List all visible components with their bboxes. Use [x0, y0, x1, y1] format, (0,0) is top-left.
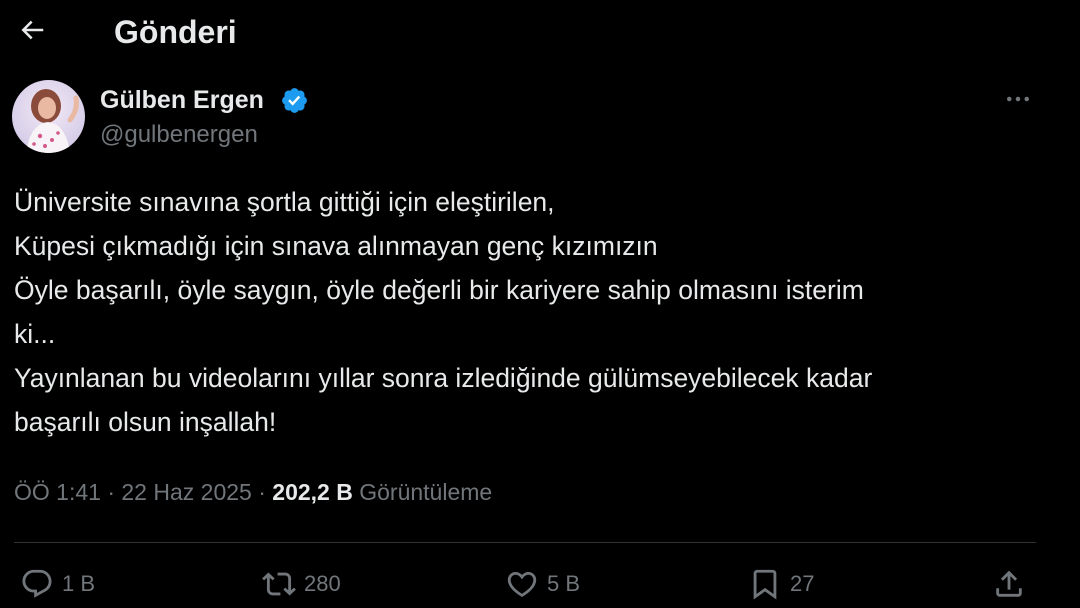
tweet-date[interactable]: 22 Haz 2025 — [121, 479, 251, 505]
reply-icon — [22, 569, 52, 598]
repost-icon — [262, 572, 296, 596]
views-count: 202,2 B — [272, 479, 353, 505]
more-options-button[interactable] — [998, 84, 1038, 114]
meta-separator: · — [107, 479, 115, 505]
avatar[interactable] — [12, 80, 85, 153]
tweet-time[interactable]: ÖÖ 1:41 — [14, 479, 101, 505]
like-button[interactable]: 5 B — [505, 560, 580, 608]
tweet-meta: ÖÖ 1:41 · 22 Haz 2025 · 202,2 B Görüntül… — [14, 474, 492, 510]
tweet-author: Gülben Ergen @gulbenergen — [12, 80, 1072, 156]
like-count: 5 B — [547, 571, 581, 596]
share-icon — [996, 570, 1022, 597]
tweet-actions: 1 B 280 5 B 27 — [0, 560, 1080, 608]
verified-badge-icon — [282, 88, 307, 113]
reply-count: 1 B — [62, 571, 96, 596]
bookmark-count: 27 — [790, 571, 815, 596]
reply-button[interactable]: 1 B — [20, 560, 95, 608]
header-bar: Gönderi — [0, 0, 1080, 64]
meta-separator: · — [258, 479, 266, 505]
bookmark-button[interactable]: 27 — [748, 560, 814, 608]
views-label: Görüntüleme — [359, 479, 493, 505]
author-handle[interactable]: @gulbenergen — [100, 120, 258, 150]
tweet-text-line: Öyle başarılı, öyle saygın, öyle değerli… — [14, 275, 864, 305]
tweet-text: Üniversite sınavına şortla gittiği için … — [14, 180, 1054, 444]
more-horizontal-icon — [1007, 96, 1029, 102]
repost-count: 280 — [304, 571, 341, 596]
page-title: Gönderi — [114, 14, 237, 50]
arrow-left-icon — [21, 20, 44, 40]
repost-button[interactable]: 280 — [262, 560, 341, 608]
tweet-text-line: Küpesi çıkmadığı için sınava alınmayan g… — [14, 231, 658, 261]
back-button[interactable] — [14, 12, 50, 48]
heart-icon — [507, 571, 537, 597]
bookmark-icon — [753, 569, 777, 600]
author-display-name[interactable]: Gülben Ergen — [100, 84, 264, 116]
divider — [14, 542, 1036, 543]
share-button[interactable] — [992, 560, 1026, 608]
tweet-text-line: başarılı olsun inşallah! — [14, 407, 277, 437]
tweet-text-line: Yayınlanan bu videolarını yıllar sonra i… — [14, 363, 873, 393]
tweet-text-line: ki... — [14, 319, 56, 349]
tweet-text-line: Üniversite sınavına şortla gittiği için … — [14, 187, 555, 217]
